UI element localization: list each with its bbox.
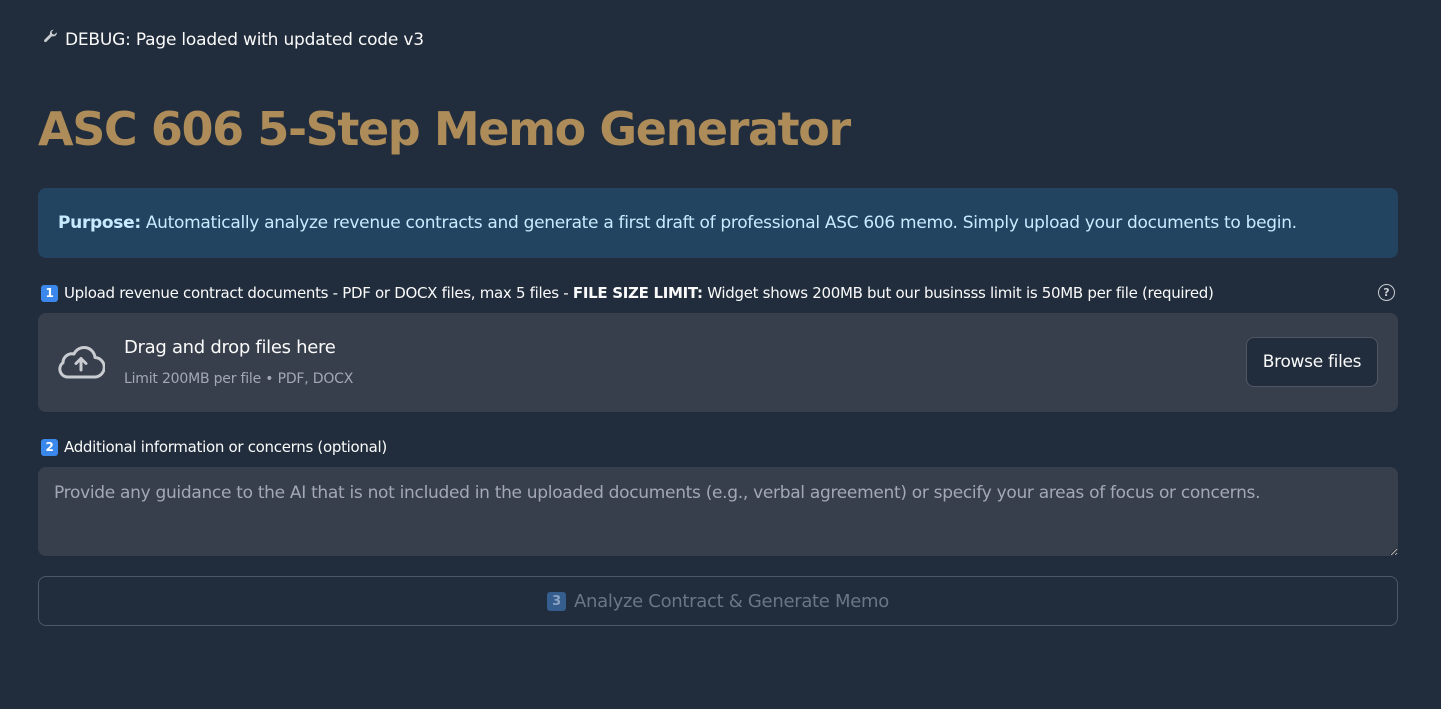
purpose-text: Automatically analyze revenue contracts … [145,213,1297,233]
page-title: ASC 606 5-Step Memo Generator [38,102,851,156]
step-1-badge: 1 [41,284,58,302]
dropzone-subtitle: Limit 200MB per file • PDF, DOCX [124,371,354,387]
analyze-contract-button[interactable]: 3 Analyze Contract & Generate Memo [38,576,1398,626]
dropzone-title: Drag and drop files here [124,337,336,358]
file-dropzone[interactable]: Drag and drop files here Limit 200MB per… [38,313,1398,412]
additional-info-label: 2 Additional information or concerns (op… [41,438,387,456]
additional-info-textarea[interactable] [38,467,1398,556]
additional-info-field-wrapper [38,467,1398,556]
step-2-badge: 2 [41,438,58,456]
analyze-button-label: Analyze Contract & Generate Memo [574,590,889,612]
help-icon[interactable]: ? [1378,284,1395,301]
debug-text: DEBUG: Page loaded with updated code v3 [65,30,424,50]
upload-label: 1 Upload revenue contract documents - PD… [41,284,1214,302]
browse-files-button[interactable]: Browse files [1246,337,1378,387]
purpose-label: Purpose: [58,213,141,233]
purpose-info-box: Purpose: Automatically analyze revenue c… [38,188,1398,258]
upload-label-bold: FILE SIZE LIMIT: [572,284,703,302]
upload-label-prefix: Upload revenue contract documents - PDF … [64,284,569,302]
step-3-badge: 3 [547,591,567,611]
app-page: DEBUG: Page loaded with updated code v3 … [0,0,1441,709]
upload-label-suffix: Widget shows 200MB but our businsss limi… [707,284,1214,302]
cloud-upload-icon [58,346,105,379]
debug-banner: DEBUG: Page loaded with updated code v3 [42,29,424,51]
additional-info-label-text: Additional information or concerns (opti… [64,438,387,456]
wrench-icon [42,29,59,51]
